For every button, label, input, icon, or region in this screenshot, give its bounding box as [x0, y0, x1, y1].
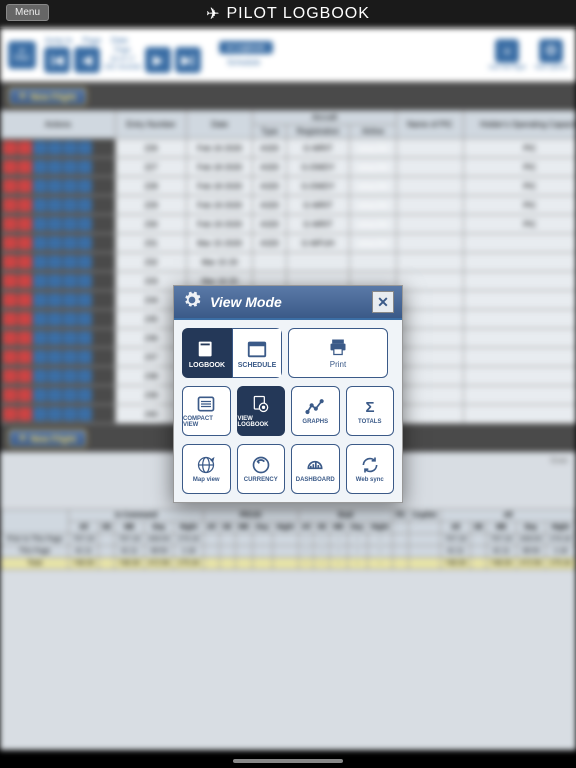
- printer-icon: [326, 337, 350, 357]
- modal-backdrop[interactable]: View Mode ✕ LOGBOOK SCHEDULE Print: [0, 0, 576, 768]
- logbook-tile-label: LOGBOOK: [189, 362, 225, 369]
- print-tile[interactable]: Print: [288, 328, 388, 378]
- svg-text:Σ: Σ: [365, 399, 374, 416]
- currency-label: CURRENCY: [244, 477, 278, 483]
- currency-tile[interactable]: CURRENCY: [237, 444, 286, 494]
- calendar-icon: [246, 338, 268, 360]
- sync-icon: [360, 455, 380, 475]
- viewlog-label: VIEW LOGBOOK: [238, 416, 285, 428]
- compact-view-tile[interactable]: COMPACT VIEW: [182, 386, 231, 436]
- list-icon: [196, 394, 216, 414]
- schedule-tile[interactable]: SCHEDULE: [232, 328, 282, 378]
- graphs-label: GRAPHS: [302, 419, 328, 425]
- sigma-icon: Σ: [360, 397, 380, 417]
- dashboard-tile[interactable]: DASHBOARD: [291, 444, 340, 494]
- compact-label: COMPACT VIEW: [183, 416, 230, 428]
- modal-body: LOGBOOK SCHEDULE Print COMPACT VIEW: [174, 318, 402, 502]
- logbook-tile[interactable]: LOGBOOK: [182, 328, 232, 378]
- map-view-tile[interactable]: Map view: [182, 444, 231, 494]
- eye-doc-icon: [251, 394, 271, 414]
- print-tile-label: Print: [330, 360, 346, 369]
- currency-icon: [251, 455, 271, 475]
- totals-label: TOTALS: [358, 419, 381, 425]
- modal-header: View Mode ✕: [174, 286, 402, 318]
- dashboard-label: DASHBOARD: [296, 477, 335, 483]
- web-sync-tile[interactable]: Web sync: [346, 444, 395, 494]
- modal-close-button[interactable]: ✕: [372, 291, 394, 313]
- view-mode-modal: View Mode ✕ LOGBOOK SCHEDULE Print: [173, 285, 403, 503]
- totals-tile[interactable]: Σ TOTALS: [346, 386, 395, 436]
- view-logbook-tile[interactable]: VIEW LOGBOOK: [237, 386, 286, 436]
- graphs-tile[interactable]: GRAPHS: [291, 386, 340, 436]
- websync-label: Web sync: [356, 477, 384, 483]
- globe-icon: [196, 455, 216, 475]
- modal-title: View Mode: [210, 294, 372, 310]
- mapview-label: Map view: [193, 477, 220, 483]
- graph-icon: [305, 397, 325, 417]
- gear-icon: [182, 290, 202, 315]
- dashboard-icon: [305, 455, 325, 475]
- schedule-tile-label: SCHEDULE: [238, 362, 277, 369]
- book-icon: [196, 338, 218, 360]
